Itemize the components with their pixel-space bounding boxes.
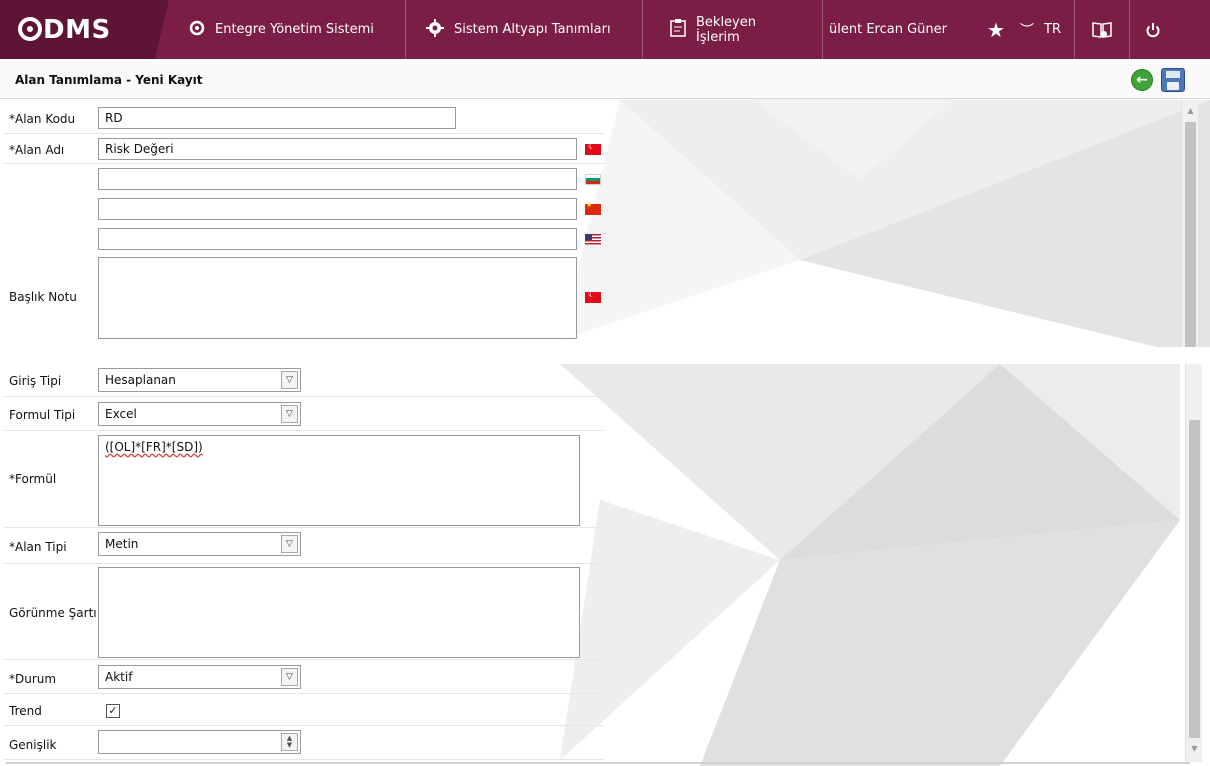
formul-label: *Formül [9, 472, 57, 486]
chevron-down-icon[interactable]: ▽ [281, 535, 298, 553]
row-giris-tipi: Giriş Tipi [4, 364, 604, 397]
save-button[interactable] [1161, 68, 1185, 92]
giris-tipi-label: Giriş Tipi [9, 374, 62, 388]
formul-value: ([OL]*[FR]*[SD]) [105, 440, 203, 454]
logo-q-icon [18, 16, 42, 41]
durum-select[interactable]: Aktif ▽ [98, 665, 301, 689]
row-genislik: Genişlik [4, 726, 604, 760]
back-arrow-icon: ← [1136, 72, 1148, 88]
alan-tipi-value: Metin [105, 537, 139, 551]
alan-tipi-select[interactable]: Metin ▽ [98, 532, 301, 556]
gorunme-sarti-label: Görünme Şartı [9, 606, 97, 620]
durum-label: *Durum [9, 672, 57, 686]
language-label: TR [1044, 22, 1061, 37]
alan-adi-us-input[interactable] [98, 228, 577, 250]
formul-textarea[interactable]: ([OL]*[FR]*[SD]) [98, 435, 580, 526]
alan-adi-bg-input[interactable] [98, 168, 577, 190]
section-divider [0, 347, 1210, 364]
app-logo[interactable]: DMS [0, 0, 169, 59]
gorunme-sarti-textarea[interactable] [98, 567, 580, 658]
genislik-label: Genişlik [9, 738, 57, 752]
trend-checkbox[interactable]: ✓ [106, 704, 120, 718]
formul-tipi-select[interactable]: Excel ▽ [98, 402, 301, 426]
form-panel-top: *Alan Kodu *Alan Adı Başlık Notu ▲ [0, 100, 1210, 347]
formul-tipi-label: Formul Tipi [9, 408, 76, 422]
durum-value: Aktif [105, 670, 133, 684]
book-icon[interactable] [1074, 0, 1129, 59]
trend-label: Trend [9, 704, 42, 718]
scroll-down-icon[interactable]: ▼ [1186, 740, 1203, 757]
scrollbar-thumb[interactable] [1189, 420, 1200, 738]
nav-bekleyen-islerim[interactable]: Bekleyen İşlerim [643, 0, 823, 59]
flag-us-icon [585, 234, 601, 245]
page-title-bar: Alan Tanımlama - Yeni Kayıt [0, 59, 1210, 99]
alan-kodu-input[interactable] [98, 107, 456, 129]
nav-sistem-altyapi-tanimlari[interactable]: Sistem Altyapı Tanımları [406, 0, 643, 59]
clipboard-icon [670, 18, 686, 41]
flag-cn-icon [585, 201, 601, 215]
page-title: Alan Tanımlama - Yeni Kayıt [15, 73, 203, 87]
baslik-notu-textarea[interactable] [98, 257, 577, 339]
giris-tipi-select[interactable]: Hesaplanan ▽ [98, 368, 301, 392]
power-icon[interactable] [1129, 0, 1175, 59]
giris-tipi-value: Hesaplanan [105, 373, 176, 387]
row-formul-tipi: Formul Tipi [4, 397, 604, 431]
baslik-notu-label: Başlık Notu [9, 290, 77, 304]
gear-icon [426, 18, 444, 41]
scrollbar-top[interactable]: ▲ [1181, 100, 1198, 347]
top-navbar: DMS Entegre Yönetim Sistemi Sistem Altya… [0, 0, 1210, 59]
chevron-down-icon[interactable]: ▽ [281, 371, 298, 389]
nav-label: Bekleyen İşlerim [696, 14, 756, 45]
row-durum: *Durum [4, 660, 604, 694]
alan-adi-cn-input[interactable] [98, 198, 577, 220]
genislik-stepper[interactable]: ▲ ▼ [98, 730, 301, 754]
scrollbar-bottom[interactable]: ▼ [1185, 364, 1202, 762]
row-alan-tipi: *Alan Tipi [4, 528, 604, 564]
form-panel-bottom: Giriş Tipi Hesaplanan ▽ Formul Tipi Exce… [0, 364, 1210, 766]
row-trend: Trend [4, 694, 604, 726]
alan-tipi-label: *Alan Tipi [9, 540, 67, 554]
user-name[interactable]: ülent Ercan Güner [823, 0, 978, 59]
formul-tipi-value: Excel [105, 407, 137, 421]
back-button[interactable]: ← [1131, 69, 1153, 91]
nav-label: Sistem Altyapı Tanımları [454, 22, 611, 37]
alan-adi-tr-input[interactable] [98, 138, 577, 160]
flag-bg-icon [585, 174, 601, 185]
nav-entegre-yonetim-sistemi[interactable]: Entegre Yönetim Sistemi [169, 0, 406, 59]
nav-label: Entegre Yönetim Sistemi [215, 22, 374, 37]
flag-tr-icon [585, 142, 601, 155]
panel-bottom-border [6, 762, 1190, 764]
scrollbar-thumb[interactable] [1185, 122, 1196, 347]
chevron-down-icon: ︶ [1020, 22, 1034, 39]
chevron-down-icon[interactable]: ▽ [281, 668, 298, 686]
stepper-icon[interactable]: ▲ ▼ [281, 733, 298, 751]
flag-tr-icon [585, 290, 601, 303]
scroll-up-icon[interactable]: ▲ [1182, 102, 1199, 119]
language-selector[interactable]: ︶ TR [1014, 0, 1074, 59]
chevron-down-icon[interactable]: ▽ [281, 405, 298, 423]
star-icon[interactable]: ★ [978, 0, 1014, 59]
alan-kodu-label: *Alan Kodu [9, 112, 76, 126]
alan-adi-label: *Alan Adı [9, 143, 65, 157]
q-circle-icon [189, 20, 205, 40]
